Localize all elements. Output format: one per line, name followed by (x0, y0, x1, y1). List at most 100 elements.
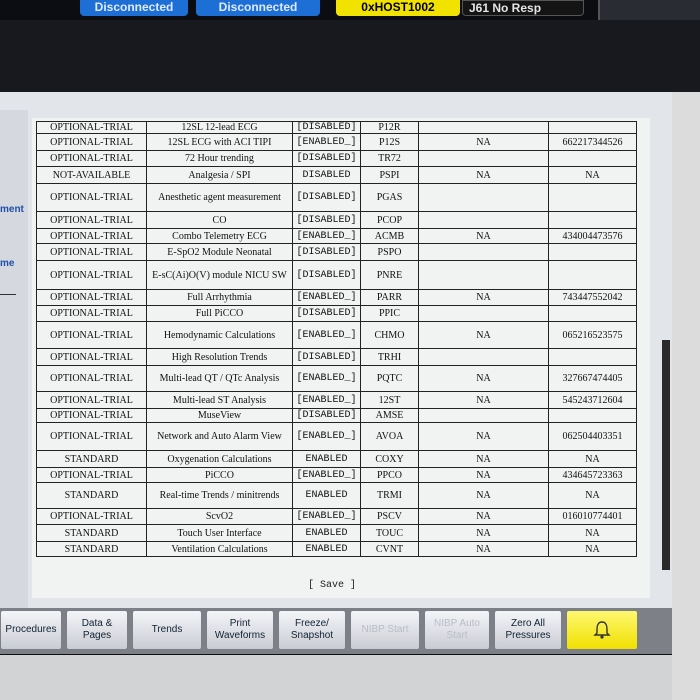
license-cell: 545243712604 (548, 391, 637, 409)
feature-cell: E-SpO2 Module Neonatal (146, 243, 293, 261)
save-button[interactable]: [ Save ] (308, 580, 356, 591)
mode-cell: ENABLED (292, 482, 361, 509)
table-row[interactable]: OPTIONAL-TRIAL CO [DISABLED] PCOP (36, 211, 637, 229)
table-row[interactable]: OPTIONAL-TRIAL ScvO2 [ENABLED_] PSCV NA 01601… (36, 508, 637, 525)
freeze-snapshot-button[interactable]: Freeze/ Snapshot (278, 610, 346, 650)
status-cell: OPTIONAL-TRIAL (36, 228, 147, 244)
code-cell: ACMB (360, 228, 419, 244)
table-row[interactable]: STANDARD Touch User Interface ENABLED TOUC N… (36, 524, 637, 542)
license-cell (548, 121, 637, 134)
table-row[interactable]: OPTIONAL-TRIAL Network and Auto Alarm Vie… (36, 422, 637, 451)
table-row[interactable]: OPTIONAL-TRIAL 12SL 12-lead ECG [DISABLED]… (36, 121, 637, 134)
print-waveforms-button[interactable]: Print Waveforms (206, 610, 274, 650)
mode-cell: [DISABLED] (292, 260, 361, 290)
mode-cell: [DISABLED] (292, 243, 361, 261)
table-row[interactable]: STANDARD Oxygenation Calculations ENABLED C… (36, 450, 637, 468)
key-cell: NA (418, 166, 549, 184)
key-cell: NA (418, 467, 549, 483)
status-bar: Disconnected Disconnected 0xHOST1002 J61… (0, 0, 700, 20)
table-row[interactable]: OPTIONAL-TRIAL E-SpO2 Module Neonatal [DIS… (36, 243, 637, 261)
key-cell: NA (418, 365, 549, 392)
status-cell: STANDARD (36, 450, 147, 468)
table-row[interactable]: OPTIONAL-TRIAL 12SL ECG with ACI TIPI [ENA… (36, 133, 637, 151)
table-row[interactable]: OPTIONAL-TRIAL Multi-lead ST Analysis [ENA… (36, 391, 637, 409)
table-row[interactable]: OPTIONAL-TRIAL High Resolution Trends [DIS… (36, 348, 637, 366)
status-cell: NOT-AVAILABLE (36, 166, 147, 184)
code-cell: P12S (360, 133, 419, 151)
key-cell (418, 305, 549, 322)
license-cell: 016010774401 (548, 508, 637, 525)
mode-cell: [DISABLED] (292, 150, 361, 167)
table-row[interactable]: NOT-AVAILABLE Analgesia / SPI DISABLED PSPI… (36, 166, 637, 184)
code-cell: AVOA (360, 422, 419, 451)
alarm-silence-button[interactable] (566, 610, 638, 650)
trends-button[interactable]: Trends (132, 610, 202, 650)
license-cell (548, 150, 637, 167)
license-cell (548, 305, 637, 322)
license-cell (548, 260, 637, 290)
key-cell: NA (418, 321, 549, 349)
status-cell: STANDARD (36, 524, 147, 542)
table-row[interactable]: OPTIONAL-TRIAL Full Arrhythmia [ENABLED_] P… (36, 289, 637, 306)
mode-cell: [ENABLED_] (292, 391, 361, 409)
code-cell: PCOP (360, 211, 419, 229)
table-row[interactable]: STANDARD Ventilation Calculations ENABLED C… (36, 541, 637, 557)
table-row[interactable]: OPTIONAL-TRIAL Combo Telemetry ECG [ENABLE… (36, 228, 637, 244)
table-row[interactable]: OPTIONAL-TRIAL PiCCO [ENABLED_] PPCO NA 43464… (36, 467, 637, 483)
side-label-2[interactable]: me (0, 258, 14, 269)
status-cell: STANDARD (36, 541, 147, 557)
key-cell (418, 260, 549, 290)
status-cell: OPTIONAL-TRIAL (36, 211, 147, 229)
scrollbar[interactable] (662, 340, 670, 570)
feature-cell: Combo Telemetry ECG (146, 228, 293, 244)
mode-cell: [DISABLED] (292, 211, 361, 229)
license-cell: 062504403351 (548, 422, 637, 451)
table-row[interactable]: OPTIONAL-TRIAL 72 Hour trending [DISABLED]… (36, 150, 637, 167)
procedures-button[interactable]: Procedures (0, 610, 62, 650)
mode-cell: [ENABLED_] (292, 289, 361, 306)
device-status: J61 No Resp (462, 0, 584, 16)
key-cell: NA (418, 524, 549, 542)
license-cell (548, 183, 637, 212)
key-cell: NA (418, 508, 549, 525)
nibp-auto-start-button[interactable]: NIBP Auto Start (424, 610, 490, 650)
feature-cell: ScvO2 (146, 508, 293, 525)
options-table: OPTIONAL-TRIAL 12SL 12-lead ECG [DISABLED]… (36, 121, 637, 557)
zero-all-pressures-button[interactable]: Zero All Pressures (494, 610, 562, 650)
license-cell: NA (548, 450, 637, 468)
status-cell: OPTIONAL-TRIAL (36, 467, 147, 483)
nibp-start-button[interactable]: NIBP Start (350, 610, 420, 650)
table-row[interactable]: OPTIONAL-TRIAL E-sC(Ai)O(V) module NICU S… (36, 260, 637, 290)
side-divider (0, 294, 16, 295)
code-cell: TRHI (360, 348, 419, 366)
license-cell: 065216523575 (548, 321, 637, 349)
status-cell: OPTIONAL-TRIAL (36, 260, 147, 290)
status-cell: OPTIONAL-TRIAL (36, 348, 147, 366)
code-cell: PSPI (360, 166, 419, 184)
table-row[interactable]: OPTIONAL-TRIAL Multi-lead QT / QTc Analys… (36, 365, 637, 392)
mode-cell: [ENABLED_] (292, 365, 361, 392)
feature-cell: Multi-lead ST Analysis (146, 391, 293, 409)
data-pages-button[interactable]: Data & Pages (66, 610, 128, 650)
license-cell: NA (548, 166, 637, 184)
feature-cell: PiCCO (146, 467, 293, 483)
code-cell: PQTC (360, 365, 419, 392)
table-row[interactable]: OPTIONAL-TRIAL MuseView [DISABLED] AMSE (36, 408, 637, 423)
mode-cell: ENABLED (292, 541, 361, 557)
key-cell (418, 121, 549, 134)
table-row[interactable]: STANDARD Real-time Trends / minitrends ENA… (36, 482, 637, 509)
table-row[interactable]: OPTIONAL-TRIAL Hemodynamic Calculations [E… (36, 321, 637, 349)
feature-cell: Multi-lead QT / QTc Analysis (146, 365, 293, 392)
feature-cell: 12SL ECG with ACI TIPI (146, 133, 293, 151)
status-cell: OPTIONAL-TRIAL (36, 305, 147, 322)
code-cell: TOUC (360, 524, 419, 542)
status-cell: OPTIONAL-TRIAL (36, 508, 147, 525)
monitor-bezel-bottom (0, 655, 672, 700)
table-row[interactable]: OPTIONAL-TRIAL Anesthetic agent measureme… (36, 183, 637, 212)
side-label-1[interactable]: ment (0, 204, 24, 215)
table-row[interactable]: OPTIONAL-TRIAL Full PiCCO [DISABLED] PPIC (36, 305, 637, 322)
status-cell: STANDARD (36, 482, 147, 509)
mode-cell: [DISABLED] (292, 183, 361, 212)
license-cell: 743447552042 (548, 289, 637, 306)
network-status-1: Disconnected (80, 0, 188, 16)
